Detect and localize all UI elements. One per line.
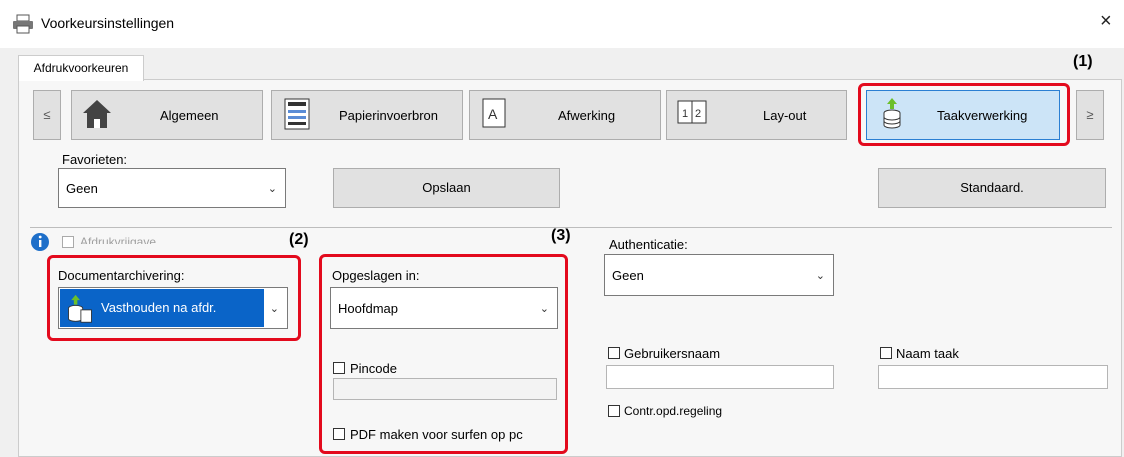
- default-button[interactable]: Standaard.: [878, 168, 1106, 208]
- job-handling-icon: [883, 98, 901, 129]
- close-icon[interactable]: ×: [1100, 10, 1112, 33]
- svg-text:A: A: [488, 106, 498, 122]
- nav-algemeen-label: Algemeen: [160, 108, 219, 123]
- callout-3-label: (3): [551, 227, 571, 244]
- nav-prev-button[interactable]: ≤: [33, 90, 61, 140]
- auth-label: Authenticatie:: [609, 237, 688, 252]
- jobname-input[interactable]: [878, 365, 1108, 389]
- favorites-value: Geen: [66, 181, 98, 196]
- nav-afwerking-label: Afwerking: [558, 108, 616, 123]
- home-icon: [83, 100, 111, 128]
- callout-2-label: (2): [289, 231, 309, 248]
- nav-taakverwerking-label: Taakverwerking: [937, 108, 1028, 123]
- save-button[interactable]: Opslaan: [333, 168, 560, 208]
- svg-text:1: 1: [682, 108, 688, 120]
- pincode-input[interactable]: [333, 378, 557, 400]
- chevron-down-icon: ⌄: [539, 303, 549, 315]
- pdf-label: PDF maken voor surfen op pc: [350, 427, 523, 442]
- info-icon: [31, 233, 49, 251]
- nav-papierinvoerbron-button[interactable]: Papierinvoerbron: [271, 90, 463, 140]
- username-input[interactable]: [606, 365, 834, 389]
- svg-text:2: 2: [695, 108, 701, 120]
- nav-next-button[interactable]: ≥: [1076, 90, 1104, 140]
- paper-tray-icon: [284, 98, 310, 130]
- favorites-label: Favorieten:: [62, 152, 128, 167]
- stored-in-select[interactable]: Hoofdmap ⌄: [330, 287, 558, 329]
- job-handling-icon: [68, 294, 92, 323]
- favorites-select[interactable]: Geen ⌄: [58, 168, 286, 208]
- separator: [30, 227, 1112, 228]
- nav-afwerking-button[interactable]: A Afwerking: [469, 90, 661, 140]
- print-release-checkbox[interactable]: [62, 236, 74, 248]
- chevron-down-icon: ⌄: [815, 270, 825, 282]
- window-title: Voorkeursinstellingen: [41, 15, 175, 31]
- jobname-checkbox[interactable]: [880, 347, 892, 359]
- username-checkbox[interactable]: [608, 347, 620, 359]
- tab-afdrukvoorkeuren[interactable]: Afdrukvoorkeuren: [18, 55, 144, 81]
- pincode-label: Pincode: [350, 361, 397, 376]
- doc-archiving-select[interactable]: Vasthouden na afdr. ⌄: [58, 287, 288, 329]
- nav-algemeen-button[interactable]: Algemeen: [71, 90, 263, 140]
- nav-layout-button[interactable]: 1 2 Lay-out: [666, 90, 847, 140]
- nav-layout-label: Lay-out: [763, 108, 807, 123]
- callout-1-label: (1): [1073, 53, 1093, 70]
- callout-3-box: [319, 254, 568, 454]
- pincode-checkbox[interactable]: [333, 362, 345, 374]
- doc-archiving-value: Vasthouden na afdr.: [101, 300, 217, 315]
- doc-archiving-label: Documentarchivering:: [58, 268, 185, 283]
- username-label: Gebruikersnaam: [624, 346, 721, 361]
- chevron-down-icon: ⌄: [269, 303, 279, 315]
- nav-papierinvoerbron-label: Papierinvoerbron: [339, 108, 439, 123]
- stored-in-label: Opgeslagen in:: [332, 268, 420, 283]
- jobname-label: Naam taak: [896, 346, 959, 361]
- finishing-icon: A: [482, 98, 506, 128]
- auth-select[interactable]: Geen ⌄: [604, 254, 834, 296]
- pdf-checkbox[interactable]: [333, 428, 345, 440]
- printer-icon: [13, 14, 33, 34]
- print-release-label: Afdrukvrijgave: [80, 235, 157, 244]
- auth-value: Geen: [612, 268, 644, 283]
- layout-icon: 1 2: [677, 100, 707, 124]
- nav-taakverwerking-button[interactable]: Taakverwerking: [866, 90, 1060, 140]
- chevron-down-icon: ⌄: [267, 183, 277, 195]
- contr-checkbox[interactable]: [608, 405, 620, 417]
- contr-label: Contr.opd.regeling: [624, 404, 723, 418]
- stored-in-value: Hoofdmap: [338, 301, 398, 316]
